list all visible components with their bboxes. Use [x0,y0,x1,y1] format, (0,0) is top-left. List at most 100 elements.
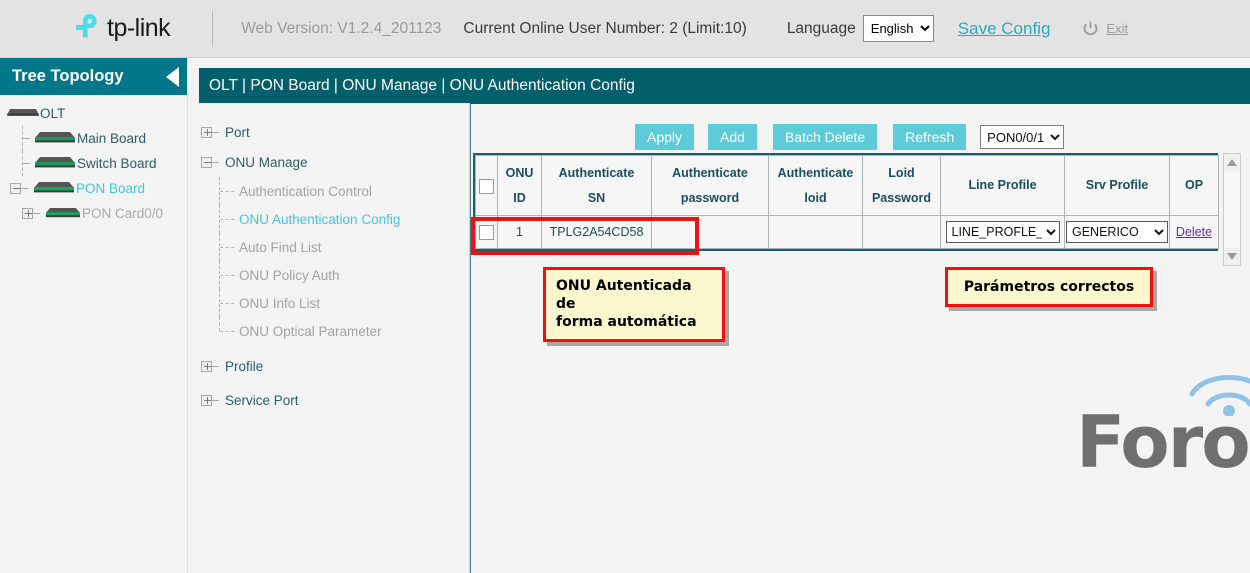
annotation-correct-parameters: Parámetros correctos [945,267,1153,307]
annotation-line-1: ONU Autenticada de [556,277,712,313]
menu-connector [219,205,239,233]
language-select[interactable]: English [863,15,934,42]
scroll-down-button[interactable] [1224,248,1240,265]
cell-authenticate-password [652,216,769,249]
tree-item-label: OLT [40,106,65,121]
submenu-item-onu-info-list[interactable]: ONU Info List [189,289,469,317]
device-card-icon [45,206,81,222]
menu-item-label: Profile [225,359,263,374]
menu-item-onu-manage[interactable]: ONU Manage [189,147,469,177]
submenu-item-onu-authentication-config[interactable]: ONU Authentication Config [189,205,469,233]
menu-item-label: Service Port [225,393,299,408]
tree-topology-body: OLT Main Board [0,95,187,226]
collapse-minus-icon[interactable] [10,183,21,194]
tree-topology-header: Tree Topology [0,58,187,95]
collapse-minus-icon[interactable] [201,157,212,168]
column-header-onu-id: ONU ID [498,156,542,216]
tree-item-main-board[interactable]: Main Board [0,126,187,151]
menu-connector [219,177,239,205]
table-row: 1 TPLG2A54CD58 LINE_PROFLE_1 GENE [476,216,1219,249]
cell-onu-id: 1 [498,216,542,249]
device-board-icon [34,130,76,147]
foroisp-watermark: ForoISP [1076,356,1250,486]
tree-item-pon-card[interactable]: PON Card0/0 [0,201,187,226]
submenu-item-label: ONU Info List [239,296,320,311]
triangle-left-icon[interactable] [166,67,179,87]
tree-item-label: PON Board [76,181,145,196]
expand-plus-icon[interactable] [22,208,33,219]
tplink-logo-icon [68,12,102,46]
cell-line-profile[interactable]: LINE_PROFLE_1 [941,216,1065,249]
menu-connector [219,289,239,317]
tree-item-label: Main Board [77,131,146,146]
refresh-button[interactable]: Refresh [893,124,966,150]
cell-srv-profile[interactable]: GENERICO [1065,216,1170,249]
brand-name: tp-link [107,14,170,43]
delete-link[interactable]: Delete [1176,225,1212,239]
apply-button[interactable]: Apply [635,124,694,150]
menu-item-label: Port [225,125,250,140]
row-checkbox[interactable] [479,225,494,240]
save-config-link[interactable]: Save Config [958,19,1051,39]
menu-connector [212,162,219,163]
submenu-item-onu-policy-auth[interactable]: ONU Policy Auth [189,261,469,289]
language-label: Language [787,20,856,38]
online-user-count-label: Current Online User Number: 2 (Limit:10) [463,20,746,38]
tree-item-switch-board[interactable]: Switch Board [0,151,187,176]
srv-profile-select[interactable]: GENERICO [1066,221,1168,243]
scroll-up-button[interactable] [1224,154,1240,171]
select-all-checkbox[interactable] [479,179,494,194]
watermark-text-foro: Foro [1076,400,1249,484]
submenu-item-auto-find-list[interactable]: Auto Find List [189,233,469,261]
tree-item-label: PON Card0/0 [82,206,163,221]
triangle-up-icon [1227,159,1237,166]
submenu-item-label: ONU Optical Parameter [239,324,382,339]
scrollbar-track[interactable] [1224,171,1240,248]
expand-plus-icon[interactable] [201,361,212,372]
tree-connector-horizontal [23,163,30,164]
pon-port-select[interactable]: PON0/0/1 [980,125,1064,149]
tree-item-olt[interactable]: OLT [0,101,187,126]
expand-plus-icon[interactable] [201,127,212,138]
annotation-line-1: Parámetros correctos [958,278,1140,296]
olt-web-ui: tp-link Web Version: V1.2.4_201123 Curre… [0,0,1250,573]
table-vertical-scrollbar[interactable] [1223,153,1241,266]
column-header-srv-profile: Srv Profile [1065,156,1170,216]
cell-op[interactable]: Delete [1170,216,1219,249]
menu-item-service-port[interactable]: Service Port [189,385,469,415]
column-header-op: OP [1170,156,1219,216]
tree-item-pon-board[interactable]: PON Board [0,176,187,201]
top-header-bar: tp-link Web Version: V1.2.4_201123 Curre… [0,0,1250,58]
annotation-onu-authenticated: ONU Autenticada de forma automática [543,267,725,342]
submenu-item-onu-optical-parameter[interactable]: ONU Optical Parameter [189,317,469,345]
expand-plus-icon[interactable] [201,395,212,406]
tree-topology-title: Tree Topology [12,67,124,86]
tree-connector-horizontal [33,213,40,214]
submenu-item-authentication-control[interactable]: Authentication Control [189,177,469,205]
onu-auth-table: ONU ID Authenticate SN Authenticate pass… [473,153,1218,251]
add-button[interactable]: Add [708,124,757,150]
batch-delete-button[interactable]: Batch Delete [773,124,877,150]
triangle-down-icon [1227,253,1237,260]
menu-item-port[interactable]: Port [189,117,469,147]
menu-connector [212,400,219,401]
select-all-header[interactable] [476,156,498,216]
tree-connector-horizontal [23,138,30,139]
submenu-item-label: Auto Find List [239,240,322,255]
line-profile-select[interactable]: LINE_PROFLE_1 [946,221,1060,243]
row-select-cell[interactable] [476,216,498,249]
table-header-row: ONU ID Authenticate SN Authenticate pass… [476,156,1219,216]
section-menu-column: Port ONU Manage Authentication Control O… [189,103,470,573]
brand-logo: tp-link [68,12,170,46]
exit-control[interactable]: Exit [1082,20,1128,37]
column-header-line-profile: Line Profile [941,156,1065,216]
cell-authenticate-sn: TPLG2A54CD58 [542,216,652,249]
power-icon [1082,20,1099,37]
exit-link[interactable]: Exit [1106,21,1128,36]
menu-item-profile[interactable]: Profile [189,351,469,381]
cell-authenticate-loid [769,216,863,249]
table-toolbar: Apply Add Batch Delete Refresh PON0/0/1 [635,124,1064,150]
column-header-authenticate-loid: Authenticate loid [769,156,863,216]
tree-topology-panel: Tree Topology OLT [0,58,188,573]
device-board-icon [34,155,76,172]
